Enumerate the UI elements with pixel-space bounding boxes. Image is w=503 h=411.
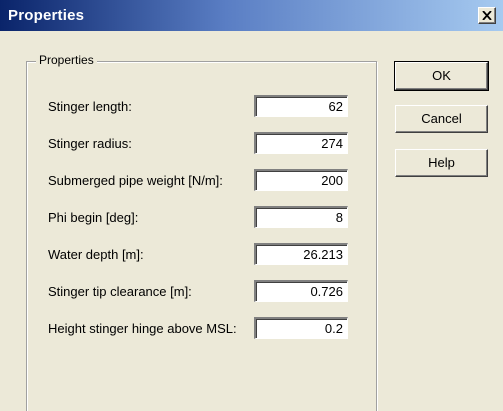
window-title: Properties <box>8 7 85 24</box>
ok-button[interactable]: OK <box>394 61 489 91</box>
height-stinger-hinge-label: Height stinger hinge above MSL: <box>48 321 237 336</box>
stinger-tip-clearance-input[interactable] <box>254 280 348 302</box>
water-depth-input[interactable] <box>254 243 348 265</box>
submerged-pipe-weight-label: Submerged pipe weight [N/m]: <box>48 173 223 188</box>
help-button[interactable]: Help <box>395 149 488 177</box>
close-button[interactable] <box>478 7 496 24</box>
stinger-length-label: Stinger length: <box>48 99 132 114</box>
group-box-label: Properties <box>36 53 97 67</box>
stinger-radius-input[interactable] <box>254 132 348 154</box>
height-stinger-hinge-input[interactable] <box>254 317 348 339</box>
dialog-client-area: Properties Stinger length: Stinger radiu… <box>0 31 503 411</box>
stinger-radius-label: Stinger radius: <box>48 136 132 151</box>
phi-begin-input[interactable] <box>254 206 348 228</box>
water-depth-label: Water depth [m]: <box>48 247 144 262</box>
close-icon <box>482 11 492 20</box>
cancel-button[interactable]: Cancel <box>395 105 488 133</box>
title-bar[interactable]: Properties <box>0 0 503 31</box>
stinger-length-input[interactable] <box>254 95 348 117</box>
phi-begin-label: Phi begin [deg]: <box>48 210 139 225</box>
stinger-tip-clearance-label: Stinger tip clearance [m]: <box>48 284 192 299</box>
properties-dialog: Properties Properties Stinger length: St… <box>0 0 503 411</box>
submerged-pipe-weight-input[interactable] <box>254 169 348 191</box>
